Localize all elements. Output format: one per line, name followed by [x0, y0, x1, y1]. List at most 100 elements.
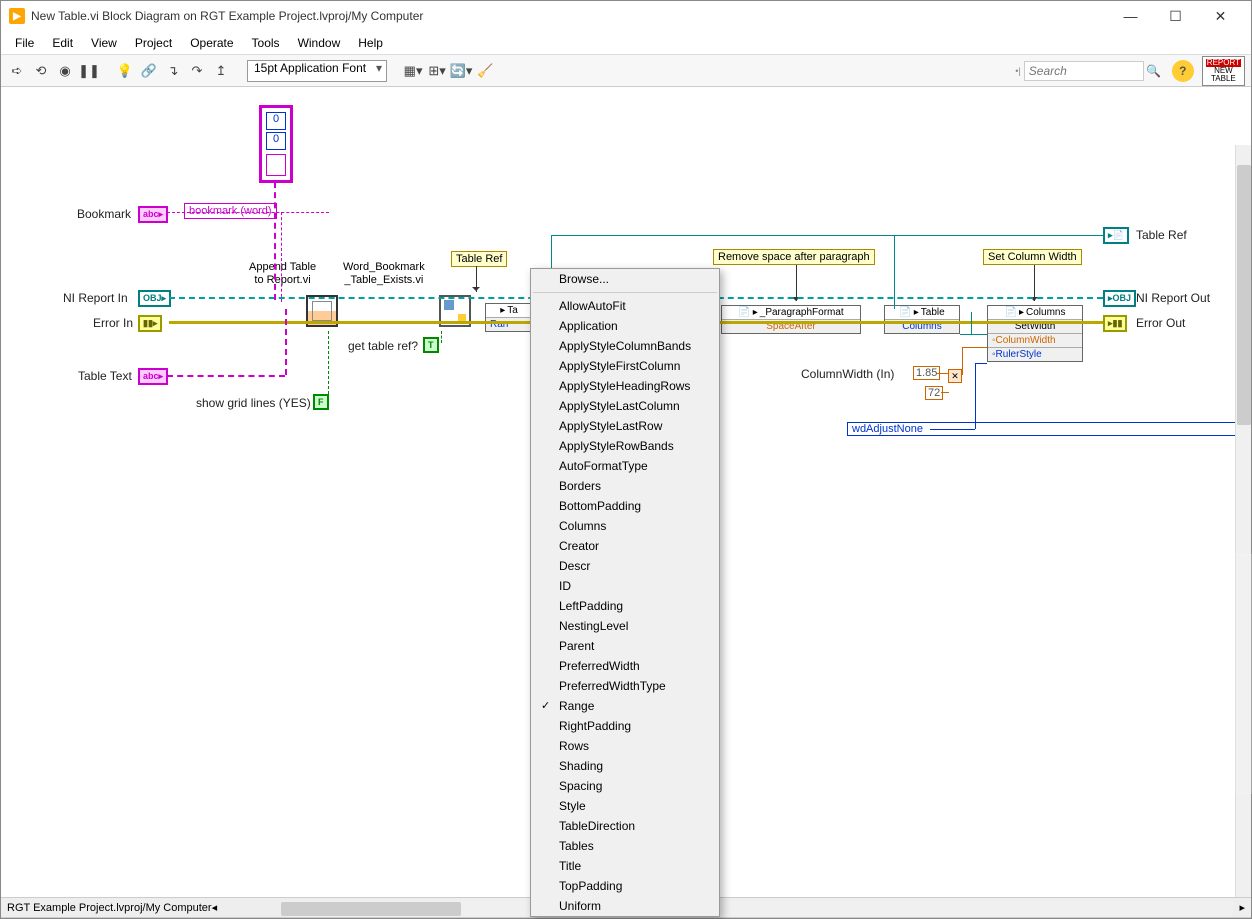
bookmark-word-constant[interactable]: bookmark (word)	[184, 203, 277, 219]
show-grid-constant[interactable]: F	[313, 394, 329, 410]
ctx-item-columns[interactable]: Columns	[531, 516, 719, 536]
ctx-item-borders[interactable]: Borders	[531, 476, 719, 496]
ni-report-in-terminal[interactable]: OBJ▸	[138, 290, 171, 307]
scroll-thumb-h[interactable]	[281, 902, 461, 916]
ctx-browse[interactable]: Browse...	[531, 269, 719, 289]
menu-help[interactable]: Help	[350, 34, 391, 52]
wire-bookmark-v[interactable]	[281, 212, 282, 302]
array-index-1[interactable]: 0	[266, 132, 286, 150]
ctx-item-applystylelastrow[interactable]: ApplyStyleLastRow	[531, 416, 719, 436]
run-button[interactable]: ➪	[7, 61, 27, 81]
menu-file[interactable]: File	[7, 34, 42, 52]
wire-colwidth-v[interactable]	[962, 347, 963, 375]
ctx-item-toppadding[interactable]: TopPadding	[531, 876, 719, 896]
ctx-item-rows[interactable]: Rows	[531, 736, 719, 756]
context-menu[interactable]: Browse... AllowAutoFitApplicationApplySt…	[530, 268, 720, 917]
ctx-item-bottompadding[interactable]: BottomPadding	[531, 496, 719, 516]
close-button[interactable]: ✕	[1198, 1, 1243, 31]
error-out-terminal[interactable]: ▸▮▮	[1103, 315, 1127, 332]
wire-colwidth-h[interactable]	[962, 347, 987, 348]
array-index-0[interactable]: 0	[266, 112, 286, 130]
wire-bool-v2[interactable]	[441, 331, 442, 343]
ctx-item-leftpadding[interactable]: LeftPadding	[531, 596, 719, 616]
wire-ruler-v[interactable]	[975, 363, 976, 429]
ctx-item-autoformattype[interactable]: AutoFormatType	[531, 456, 719, 476]
menu-view[interactable]: View	[83, 34, 125, 52]
rulerstyle-param[interactable]: ◦RulerStyle	[988, 347, 1082, 361]
step-into-button[interactable]: ↴	[163, 61, 183, 81]
wire-teal-out[interactable]	[894, 235, 1103, 236]
run-cont-button[interactable]: ⟲	[31, 61, 51, 81]
wd-adjust-enum[interactable]: wdAdjustNone	[847, 422, 1251, 436]
abort-button[interactable]: ◉	[55, 61, 75, 81]
ctx-item-descr[interactable]: Descr	[531, 556, 719, 576]
cleanup-button[interactable]: 🧹	[475, 61, 495, 81]
error-in-terminal[interactable]: ▮▮▸	[138, 315, 162, 332]
table-ref-out-terminal[interactable]: ▸📄	[1103, 227, 1129, 244]
wire-teal-top[interactable]	[551, 235, 894, 236]
menu-tools[interactable]: Tools	[244, 34, 288, 52]
ctx-item-preferredwidth[interactable]: PreferredWidth	[531, 656, 719, 676]
ctx-item-applystylerowbands[interactable]: ApplyStyleRowBands	[531, 436, 719, 456]
help-button[interactable]: ?	[1172, 60, 1194, 82]
ctx-item-creator[interactable]: Creator	[531, 536, 719, 556]
table-text-terminal[interactable]: abc▸	[138, 368, 168, 385]
menu-window[interactable]: Window	[290, 34, 349, 52]
font-select[interactable]: 15pt Application Font	[247, 60, 387, 82]
status-chevron-left[interactable]: ◂	[212, 901, 218, 914]
ctx-item-uniform[interactable]: Uniform	[531, 896, 719, 916]
wire-ruler-h[interactable]	[930, 429, 975, 430]
get-table-ref-constant[interactable]: T	[423, 337, 439, 353]
vi-icon-badge[interactable]: REPORT NEW TABLE	[1202, 56, 1245, 86]
step-over-button[interactable]: ↷	[187, 61, 207, 81]
ctx-item-range[interactable]: Range	[531, 696, 719, 716]
property-node-truncated[interactable]: ▸ Ta Ran	[485, 303, 533, 332]
bookmark-terminal[interactable]: abc▸	[138, 206, 168, 223]
wire-cols-h[interactable]	[960, 334, 987, 335]
menu-operate[interactable]: Operate	[182, 34, 241, 52]
wire-array-v[interactable]	[274, 182, 276, 300]
wire-185-h[interactable]	[937, 373, 949, 374]
columnwidth-param[interactable]: ◦ColumnWidth	[988, 333, 1082, 347]
ctx-item-nestinglevel[interactable]: NestingLevel	[531, 616, 719, 636]
align-button[interactable]: ▦▾	[403, 61, 423, 81]
ctx-item-style[interactable]: Style	[531, 796, 719, 816]
ctx-item-rightpadding[interactable]: RightPadding	[531, 716, 719, 736]
minimize-button[interactable]: —	[1108, 1, 1153, 31]
maximize-button[interactable]: ☐	[1153, 1, 1198, 31]
ctx-item-parent[interactable]: Parent	[531, 636, 719, 656]
ctx-item-tabledirection[interactable]: TableDirection	[531, 816, 719, 836]
ctx-item-applystylecolumnbands[interactable]: ApplyStyleColumnBands	[531, 336, 719, 356]
table-node[interactable]: 📄 ▸ Table Columns	[884, 305, 960, 334]
ctx-item-application[interactable]: Application	[531, 316, 719, 336]
ctx-item-applystylefirstcolumn[interactable]: ApplyStyleFirstColumn	[531, 356, 719, 376]
pause-button[interactable]: ❚❚	[79, 61, 99, 81]
highlight-button[interactable]: 💡	[115, 61, 135, 81]
wire-ruler-h2[interactable]	[975, 363, 987, 364]
wire-tabletext-h[interactable]	[167, 375, 285, 377]
ctx-item-preferredwidthtype[interactable]: PreferredWidthType	[531, 676, 719, 696]
columns-invoke-node[interactable]: 📄 ▸ Columns SetWidth ◦ColumnWidth ◦Ruler…	[987, 305, 1083, 362]
wire-bool-v[interactable]	[328, 331, 329, 399]
ctx-item-title[interactable]: Title	[531, 856, 719, 876]
search-input[interactable]	[1024, 61, 1144, 81]
wire-72-h[interactable]	[941, 392, 949, 393]
scroll-thumb-v[interactable]	[1237, 165, 1251, 425]
ctx-item-tables[interactable]: Tables	[531, 836, 719, 856]
paragraph-format-node[interactable]: 📄 ▸ _ParagraphFormat SpaceAfter	[721, 305, 861, 334]
ctx-item-applystylelastcolumn[interactable]: ApplyStyleLastColumn	[531, 396, 719, 416]
ctx-item-shading[interactable]: Shading	[531, 756, 719, 776]
search-icon[interactable]: 🔍	[1144, 61, 1164, 81]
array-constant[interactable]: 0 0	[259, 105, 293, 183]
const-72[interactable]: 72	[925, 386, 943, 400]
multiply-node[interactable]: ✕	[948, 369, 962, 383]
wire-teal-top-v2[interactable]	[894, 235, 895, 309]
menu-project[interactable]: Project	[127, 34, 180, 52]
ctx-item-applystyleheadingrows[interactable]: ApplyStyleHeadingRows	[531, 376, 719, 396]
ni-report-out-terminal[interactable]: ▸OBJ	[1103, 290, 1136, 307]
wire-cols-v[interactable]	[971, 312, 972, 334]
distribute-button[interactable]: ⊞▾	[427, 61, 447, 81]
ctx-item-spacing[interactable]: Spacing	[531, 776, 719, 796]
wire-bookmark-h[interactable]	[167, 212, 329, 213]
ctx-item-id[interactable]: ID	[531, 576, 719, 596]
